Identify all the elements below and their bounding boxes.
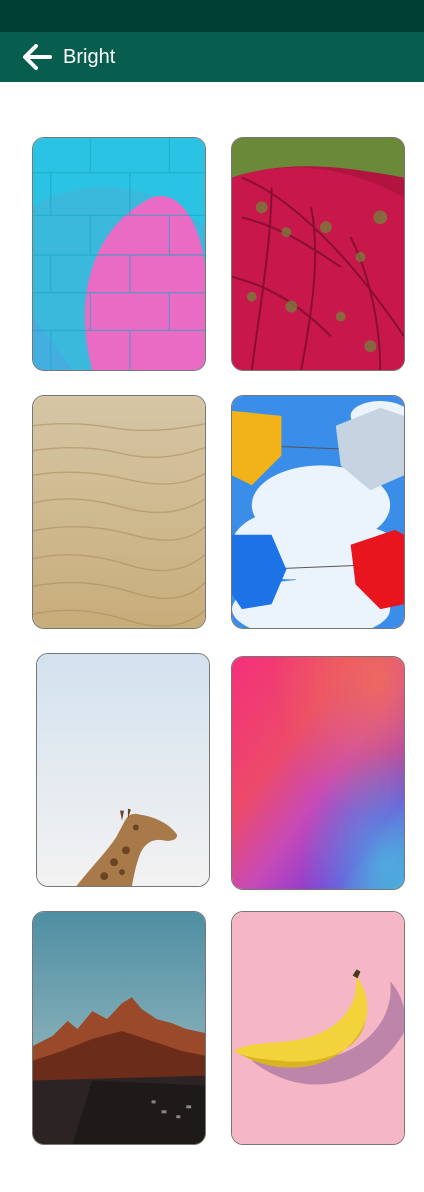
app-bar: Bright	[0, 32, 424, 82]
wallpaper-tile-red-leaf[interactable]	[231, 137, 405, 371]
wallpaper-grid	[0, 82, 424, 1192]
wallpaper-tile-mountain[interactable]	[32, 911, 206, 1145]
red-leaf-image	[232, 138, 404, 370]
arrow-left-icon	[23, 44, 52, 70]
gradient-image	[232, 657, 404, 889]
wallpaper-tile-sand[interactable]	[32, 395, 206, 629]
mountain-image	[33, 912, 205, 1144]
sand-image	[33, 396, 205, 628]
banana-image	[232, 912, 404, 1144]
wallpaper-tile-umbrellas[interactable]	[231, 395, 405, 629]
giraffe-image	[37, 654, 209, 886]
wallpaper-tile-giraffe[interactable]	[36, 653, 210, 887]
umbrellas-image	[232, 396, 404, 628]
wallpaper-tile-gradient[interactable]	[231, 656, 405, 890]
status-bar	[0, 0, 424, 32]
wallpaper-tile-banana[interactable]	[231, 911, 405, 1145]
brick-wall-image	[33, 138, 205, 370]
back-button[interactable]	[18, 39, 56, 75]
page-title: Bright	[63, 46, 116, 68]
wallpaper-tile-brick-wall[interactable]	[32, 137, 206, 371]
